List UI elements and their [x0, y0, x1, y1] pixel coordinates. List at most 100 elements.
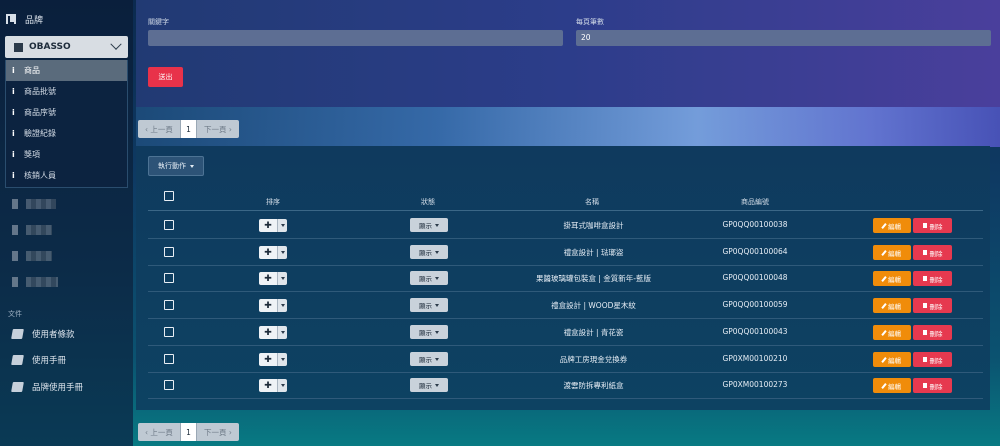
sidebar-item-manual[interactable]: 使用手冊 [11, 353, 67, 367]
caret-down-icon [190, 164, 194, 168]
status-dropdown[interactable]: 顯示 [410, 298, 448, 312]
sort-control[interactable]: ✚ [259, 246, 287, 259]
bulk-action-button[interactable]: 執行動作 [148, 156, 204, 176]
book-icon [11, 329, 24, 339]
edit-button[interactable]: 編輯 [873, 218, 911, 233]
product-name: 禮盒設計 | WOOD星木紋 [551, 301, 636, 310]
status-dropdown[interactable]: 顯示 [410, 245, 448, 259]
sidebar-item-redacted[interactable] [12, 197, 56, 211]
move-icon[interactable]: ✚ [259, 299, 277, 312]
submenu-item-verification[interactable]: i 驗證紀錄 [6, 123, 127, 144]
sidebar-item-redacted[interactable] [12, 275, 58, 289]
pencil-icon [881, 222, 887, 229]
status-dropdown[interactable]: 顯示 [410, 352, 448, 366]
sidebar-brand-link[interactable]: 品牌 [6, 11, 43, 27]
delete-button[interactable]: 刪除 [913, 218, 952, 233]
submenu-item-staff[interactable]: i 核銷人員 [6, 165, 127, 186]
doc-label: 使用手冊 [32, 356, 67, 366]
move-icon[interactable]: ✚ [259, 379, 277, 392]
sort-control[interactable]: ✚ [259, 353, 287, 366]
keyword-label: 關鍵字 [148, 18, 169, 26]
sidebar-item-redacted[interactable] [12, 249, 52, 263]
product-code: GP0QQ00100043 [722, 327, 788, 336]
sidebar-item-brand-manual[interactable]: 品牌使用手冊 [11, 380, 83, 394]
sort-control[interactable]: ✚ [259, 272, 287, 285]
sort-dropdown[interactable] [277, 326, 287, 339]
delete-label: 刪除 [929, 382, 943, 391]
current-page[interactable]: 1 [180, 120, 197, 138]
prev-page-button[interactable]: ‹ 上一頁 [138, 120, 180, 138]
status-dropdown[interactable]: 顯示 [410, 271, 448, 285]
caret-down-icon [435, 276, 439, 280]
status-dropdown[interactable]: 顯示 [410, 325, 448, 339]
store-selector[interactable]: OBASSO [5, 36, 128, 58]
sort-dropdown[interactable] [277, 379, 287, 392]
sort-dropdown[interactable] [277, 353, 287, 366]
delete-button[interactable]: 刪除 [913, 298, 952, 313]
edit-button[interactable]: 編輯 [873, 352, 911, 367]
sort-dropdown[interactable] [277, 219, 287, 232]
delete-button[interactable]: 刪除 [913, 325, 952, 340]
submit-button[interactable]: 送出 [148, 67, 183, 87]
status-label: 顯示 [419, 329, 432, 337]
row-checkbox[interactable] [164, 300, 174, 310]
caret-down-icon [280, 224, 285, 227]
row-checkbox[interactable] [164, 220, 174, 230]
brand-label: 品牌 [25, 15, 44, 26]
sort-control[interactable]: ✚ [259, 299, 287, 312]
sort-control[interactable]: ✚ [259, 219, 287, 232]
submenu-item-batch[interactable]: i 商品批號 [6, 81, 127, 102]
move-icon[interactable]: ✚ [259, 272, 277, 285]
move-icon[interactable]: ✚ [259, 353, 277, 366]
caret-down-icon [435, 250, 439, 254]
delete-button[interactable]: 刪除 [913, 271, 952, 286]
edit-button[interactable]: 編輯 [873, 325, 911, 340]
info-icon: i [12, 108, 15, 117]
per-page-input[interactable]: 20 [576, 30, 991, 46]
caret-down-icon [280, 358, 285, 361]
sort-dropdown[interactable] [277, 272, 287, 285]
trash-icon [922, 276, 927, 281]
sidebar-item-redacted[interactable] [12, 223, 52, 237]
delete-button[interactable]: 刪除 [913, 245, 952, 260]
delete-button[interactable]: 刪除 [913, 378, 952, 393]
edit-label: 編輯 [888, 302, 901, 311]
sort-dropdown[interactable] [277, 299, 287, 312]
sidebar-item-terms[interactable]: 使用者條款 [11, 327, 75, 341]
keyword-input[interactable] [148, 30, 563, 46]
chevron-down-icon [110, 38, 122, 50]
caret-down-icon [435, 383, 439, 387]
edit-button[interactable]: 編輯 [873, 298, 911, 313]
product-code: GP0QQ00100038 [722, 220, 788, 229]
info-icon: i [12, 87, 15, 96]
sort-control[interactable]: ✚ [259, 326, 287, 339]
delete-button[interactable]: 刪除 [913, 352, 952, 367]
submenu-item-products[interactable]: i 商品 [6, 60, 127, 81]
row-checkbox[interactable] [164, 354, 174, 364]
next-page-button[interactable]: 下一頁 › [197, 423, 239, 441]
move-icon[interactable]: ✚ [259, 219, 277, 232]
book-icon [11, 382, 24, 392]
edit-button[interactable]: 編輯 [873, 271, 911, 286]
row-checkbox[interactable] [164, 247, 174, 257]
select-all-checkbox[interactable] [164, 191, 174, 201]
row-checkbox[interactable] [164, 273, 174, 283]
info-icon: i [12, 66, 15, 75]
row-checkbox[interactable] [164, 327, 174, 337]
submenu-item-serial[interactable]: i 商品序號 [6, 102, 127, 123]
info-icon: i [12, 129, 15, 138]
edit-button[interactable]: 編輯 [873, 378, 911, 393]
next-page-button[interactable]: 下一頁 › [197, 120, 239, 138]
edit-button[interactable]: 編輯 [873, 245, 911, 260]
sort-dropdown[interactable] [277, 246, 287, 259]
caret-down-icon [435, 330, 439, 334]
current-page[interactable]: 1 [180, 423, 197, 441]
status-dropdown[interactable]: 顯示 [410, 218, 448, 232]
status-dropdown[interactable]: 顯示 [410, 378, 448, 392]
move-icon[interactable]: ✚ [259, 246, 277, 259]
move-icon[interactable]: ✚ [259, 326, 277, 339]
row-checkbox[interactable] [164, 380, 174, 390]
sort-control[interactable]: ✚ [259, 379, 287, 392]
prev-page-button[interactable]: ‹ 上一頁 [138, 423, 180, 441]
submenu-item-awards[interactable]: i 獎項 [6, 144, 127, 165]
